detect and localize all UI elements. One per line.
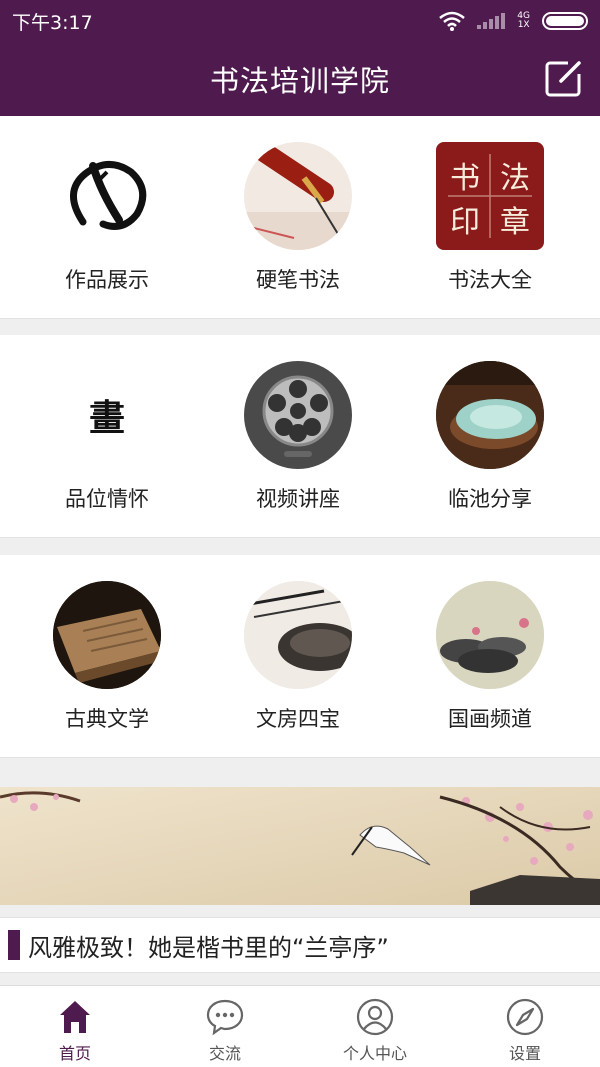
svg-text:印: 印 <box>450 205 480 240</box>
ink-circle-icon <box>53 142 161 250</box>
status-icons: 4G 1X <box>439 11 588 31</box>
red-seal-icon: 书 法 印 章 <box>436 142 544 250</box>
svg-text:法: 法 <box>500 161 530 196</box>
grid-item-label: 硬笔书法 <box>256 268 340 292</box>
status-time: 下午3:17 <box>12 11 93 34</box>
tab-home[interactable]: 首页 <box>0 986 150 1067</box>
edit-icon[interactable] <box>544 58 584 98</box>
wifi-icon <box>439 11 466 31</box>
app-header: 书法培训学院 <box>0 42 600 116</box>
signal-bars-icon <box>477 13 506 29</box>
lotus-painting-icon <box>436 581 544 689</box>
feature-panel-2: 畫 品位情怀 视频讲座 临池分享 <box>0 335 600 538</box>
chat-bubble-icon <box>206 999 244 1036</box>
grid-item-label: 视频讲座 <box>256 487 340 511</box>
tab-profile[interactable]: 个人中心 <box>300 986 450 1067</box>
fountain-pen-icon <box>244 142 352 250</box>
tab-chat[interactable]: 交流 <box>150 986 300 1067</box>
tab-label: 设置 <box>508 1044 541 1063</box>
user-icon <box>356 998 394 1036</box>
tab-label: 交流 <box>208 1044 241 1063</box>
battery-icon <box>542 12 588 30</box>
news-headline[interactable]: 风雅极致！她是楷书里的“兰亭序” <box>0 917 600 973</box>
grid-item-label: 临池分享 <box>448 487 532 511</box>
network-type: 4G 1X <box>517 12 530 30</box>
tab-label: 首页 <box>58 1044 91 1063</box>
grid-item-four-treasures[interactable]: 文房四宝 <box>198 555 398 758</box>
grid-item-classical-literature[interactable]: 古典文学 <box>7 555 207 758</box>
tab-settings[interactable]: 设置 <box>450 986 600 1067</box>
grid-item-practice-share[interactable]: 临池分享 <box>390 335 590 538</box>
grid-item-label: 文房四宝 <box>256 707 340 731</box>
grid-item-label: 作品展示 <box>65 268 149 292</box>
compass-icon <box>506 998 544 1036</box>
film-reel-icon <box>244 361 352 469</box>
grid-item-taste[interactable]: 畫 品位情怀 <box>7 335 207 538</box>
grid-item-chinese-painting[interactable]: 国画频道 <box>390 555 590 758</box>
brush-inkstone-icon <box>244 581 352 689</box>
calligraphy-char: 畫 <box>88 397 125 439</box>
grid-item-label: 古典文学 <box>65 707 149 731</box>
feature-panel-1: 作品展示 硬笔书法 书 法 印 章 书法大全 <box>0 116 600 319</box>
tab-label: 个人中心 <box>342 1044 407 1063</box>
calligraphy-character-icon: 畫 <box>53 361 161 469</box>
grid-item-works[interactable]: 作品展示 <box>7 116 207 319</box>
home-icon <box>60 1001 90 1033</box>
status-bar: 下午3:17 4G 1X <box>0 0 600 42</box>
grid-item-label: 书法大全 <box>448 268 532 292</box>
network-bottom: 1X <box>517 20 530 30</box>
ancient-book-icon <box>53 581 161 689</box>
banner-image[interactable] <box>0 787 600 905</box>
grid-item-label: 国画频道 <box>448 707 532 731</box>
bottom-tab-bar: 首页 交流 个人中心 设置 <box>0 985 600 1067</box>
svg-text:书: 书 <box>450 161 480 196</box>
page-title: 书法培训学院 <box>209 64 390 98</box>
feature-panel-3: 古典文学 文房四宝 国画频道 <box>0 555 600 758</box>
svg-text:章: 章 <box>500 205 530 240</box>
grid-item-video-lectures[interactable]: 视频讲座 <box>198 335 398 538</box>
grid-item-calligraphy-encyclopedia[interactable]: 书 法 印 章 书法大全 <box>390 116 590 319</box>
ink-stone-dish-icon <box>436 361 544 469</box>
headline-text: 风雅极致！她是楷书里的“兰亭序” <box>28 933 389 962</box>
grid-item-pen-calligraphy[interactable]: 硬笔书法 <box>198 116 398 319</box>
grid-item-label: 品位情怀 <box>65 487 149 511</box>
headline-accent-bar <box>8 930 20 960</box>
